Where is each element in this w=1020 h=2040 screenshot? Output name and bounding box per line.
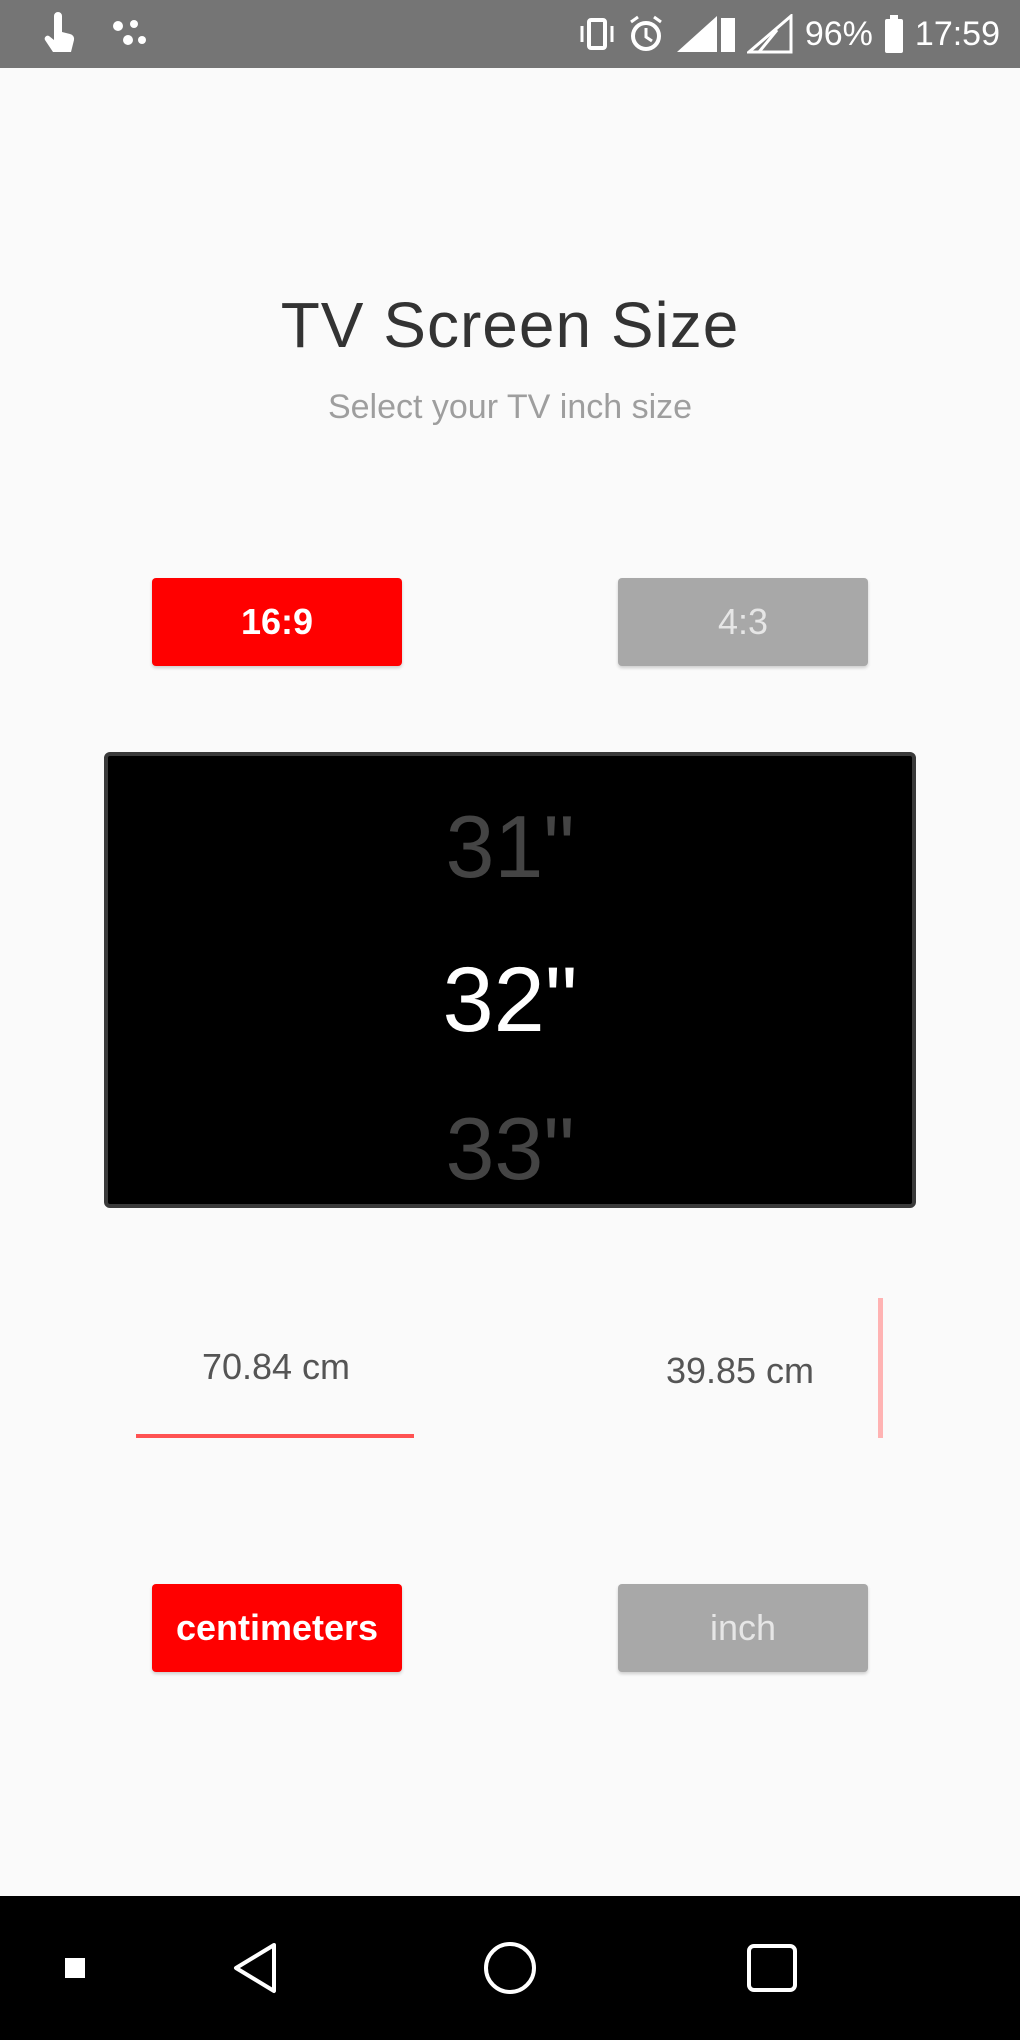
height-indicator-line bbox=[878, 1298, 883, 1438]
signal-icon bbox=[675, 14, 737, 54]
signal-icon bbox=[746, 14, 795, 54]
cast-icon bbox=[108, 14, 152, 54]
inch-size-picker[interactable]: 31" 32" 33" bbox=[104, 752, 916, 1208]
square-small-icon[interactable] bbox=[40, 1896, 110, 2040]
alarm-icon bbox=[627, 14, 665, 54]
recents-icon[interactable] bbox=[724, 1896, 820, 2040]
status-right: 96% 17:59 bbox=[577, 10, 1000, 58]
aspect-4-3-button[interactable]: 4:3 bbox=[618, 578, 868, 666]
battery-percent: 96% bbox=[804, 14, 873, 53]
status-bar: 96% 17:59 bbox=[0, 0, 1020, 68]
inch-button[interactable]: inch bbox=[618, 1584, 868, 1672]
width-underline bbox=[136, 1434, 414, 1438]
page-subtitle: Select your TV inch size bbox=[327, 388, 693, 426]
touch-icon bbox=[38, 12, 78, 56]
home-icon[interactable] bbox=[462, 1896, 558, 2040]
battery-icon bbox=[883, 14, 905, 54]
navigation-bar bbox=[0, 1896, 1020, 2040]
picker-item-selected[interactable]: 32" bbox=[108, 948, 912, 1053]
page-title: TV Screen Size bbox=[280, 289, 740, 361]
back-icon[interactable] bbox=[210, 1896, 300, 2040]
aspect-16-9-button[interactable]: 16:9 bbox=[152, 578, 402, 666]
vibrate-icon bbox=[577, 14, 617, 54]
centimeters-button[interactable]: centimeters bbox=[152, 1584, 402, 1672]
picker-item-next[interactable]: 33" bbox=[108, 1098, 912, 1200]
height-value: 39.85 cm bbox=[665, 1350, 815, 1391]
status-left bbox=[38, 12, 152, 56]
picker-item-prev[interactable]: 31" bbox=[108, 796, 912, 898]
status-time: 17:59 bbox=[914, 14, 1000, 53]
width-value: 70.84 cm bbox=[201, 1346, 351, 1387]
